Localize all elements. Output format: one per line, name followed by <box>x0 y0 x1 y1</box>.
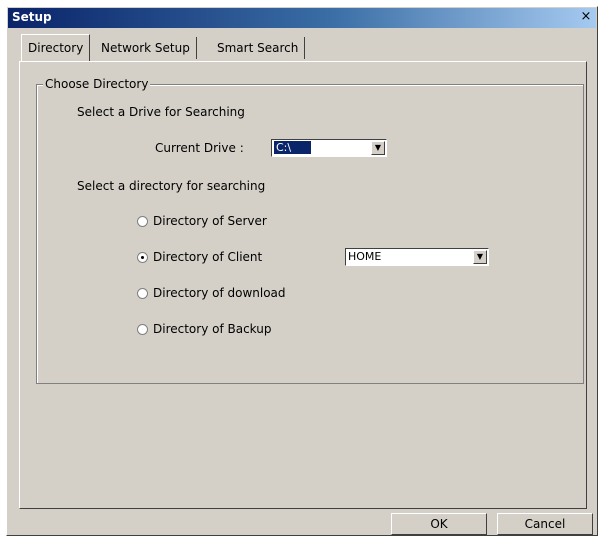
tab-smart-search[interactable]: Smart Search <box>211 37 306 59</box>
current-drive-value: C:\ <box>274 141 312 154</box>
radio-label: Directory of Client <box>153 250 263 264</box>
window-title: Setup <box>12 10 52 24</box>
radio-directory-of-client[interactable]: Directory of Client <box>137 249 337 267</box>
radio-button[interactable] <box>137 324 148 335</box>
radio-label: Directory of Server <box>153 214 267 228</box>
radio-button[interactable] <box>137 252 148 263</box>
tab-directory[interactable]: Directory <box>21 34 91 61</box>
tab-network-setup[interactable]: Network Setup <box>95 37 197 59</box>
radio-label: Directory of Backup <box>153 322 272 336</box>
title-bar[interactable]: Setup × <box>8 8 596 28</box>
cancel-button[interactable]: Cancel <box>497 513 593 535</box>
radio-directory-of-download[interactable]: Directory of download <box>137 285 357 303</box>
setup-dialog: Setup × Directory Network Setup Smart Se… <box>6 6 598 536</box>
client-directory-value: HOME <box>348 250 382 263</box>
close-icon[interactable]: × <box>578 10 594 24</box>
choose-directory-group: Choose Directory Select a Drive for Sear… <box>36 77 584 384</box>
radio-button[interactable] <box>137 216 148 227</box>
group-legend: Choose Directory <box>43 77 151 91</box>
radio-button[interactable] <box>137 288 148 299</box>
radio-directory-of-server[interactable]: Directory of Server <box>137 213 337 231</box>
radio-directory-of-backup[interactable]: Directory of Backup <box>137 321 337 339</box>
radio-label: Directory of download <box>153 286 286 300</box>
directory-heading: Select a directory for searching <box>77 179 266 193</box>
chevron-down-icon[interactable]: ▼ <box>473 250 487 264</box>
drive-heading: Select a Drive for Searching <box>77 105 245 119</box>
directory-tab-panel: Choose Directory Select a Drive for Sear… <box>19 61 587 509</box>
current-drive-select[interactable]: C:\ ▼ <box>271 139 387 157</box>
client-directory-select[interactable]: HOME ▼ <box>345 248 489 266</box>
ok-button[interactable]: OK <box>391 513 487 535</box>
chevron-down-icon[interactable]: ▼ <box>371 141 385 155</box>
current-drive-label: Current Drive : <box>155 141 244 155</box>
